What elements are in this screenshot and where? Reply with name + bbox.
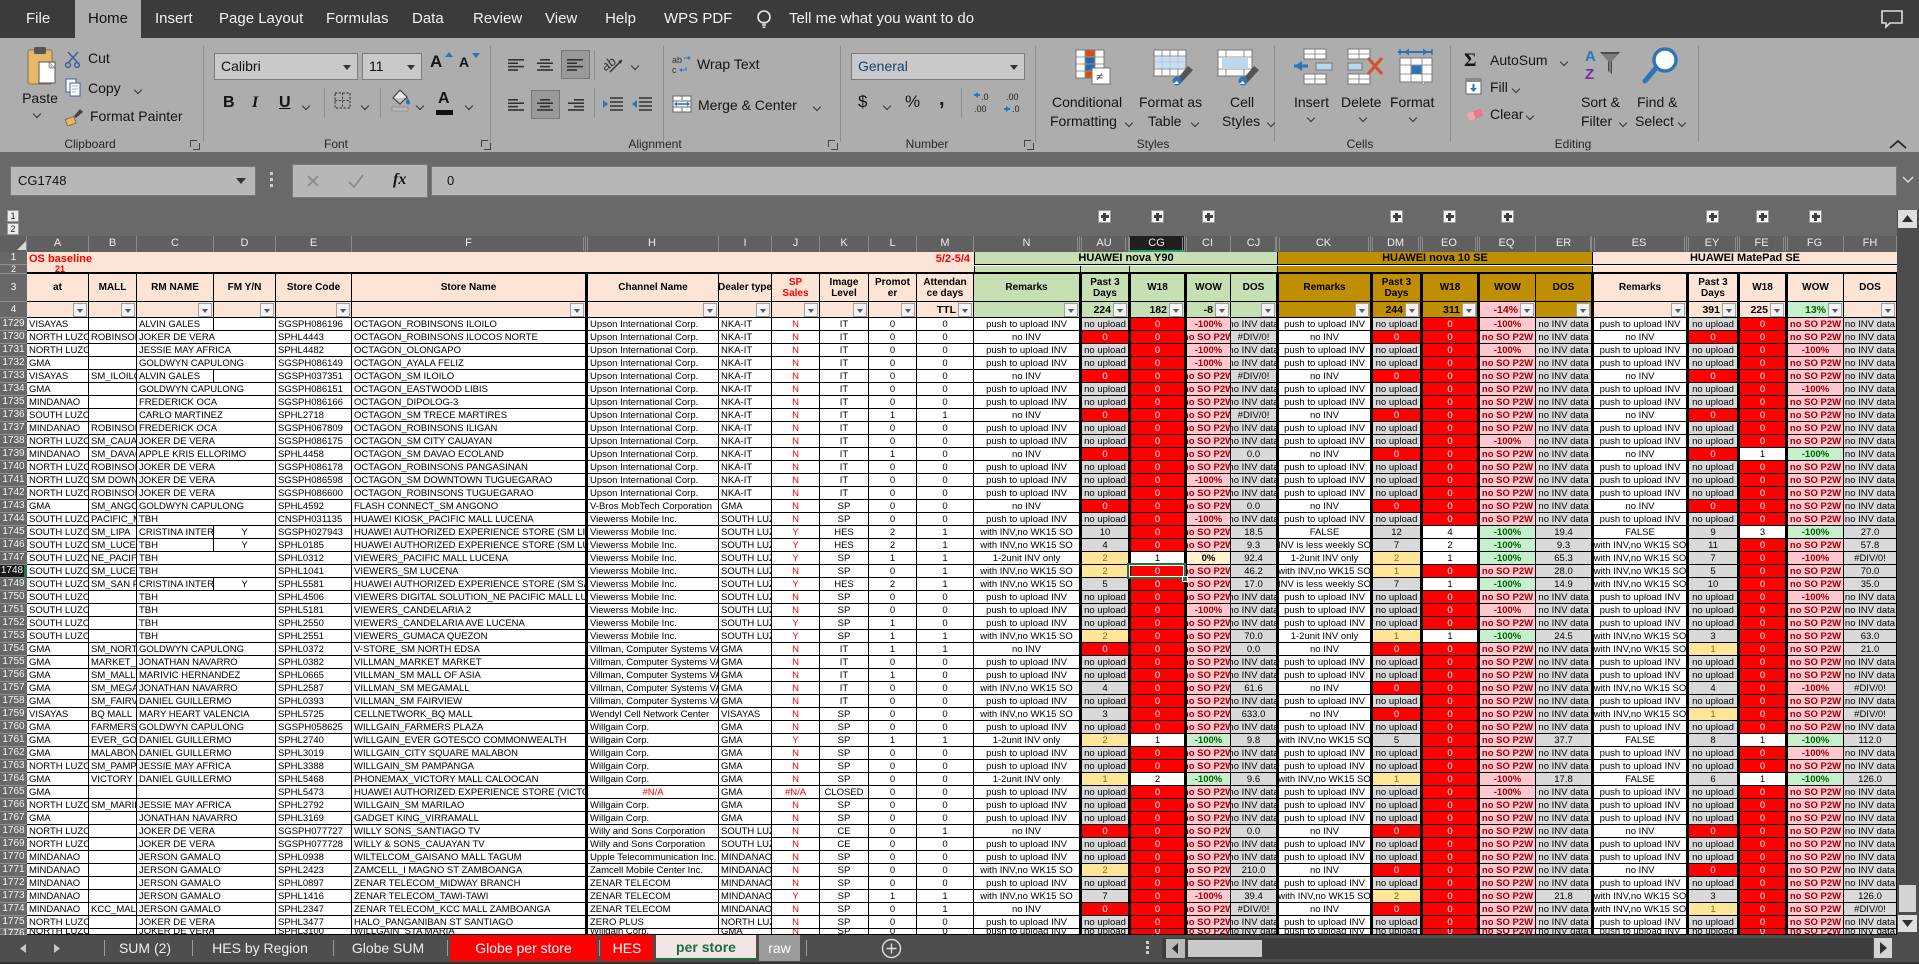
svg-text:.00: .00 — [1006, 92, 1019, 102]
svg-text:c: c — [672, 65, 677, 74]
svg-text:ab: ab — [672, 55, 682, 65]
svg-text:.0: .0 — [981, 92, 989, 102]
svg-text:≠: ≠ — [1096, 69, 1103, 84]
svg-text:.0: .0 — [1012, 104, 1020, 114]
svg-text:.00: .00 — [974, 104, 987, 114]
